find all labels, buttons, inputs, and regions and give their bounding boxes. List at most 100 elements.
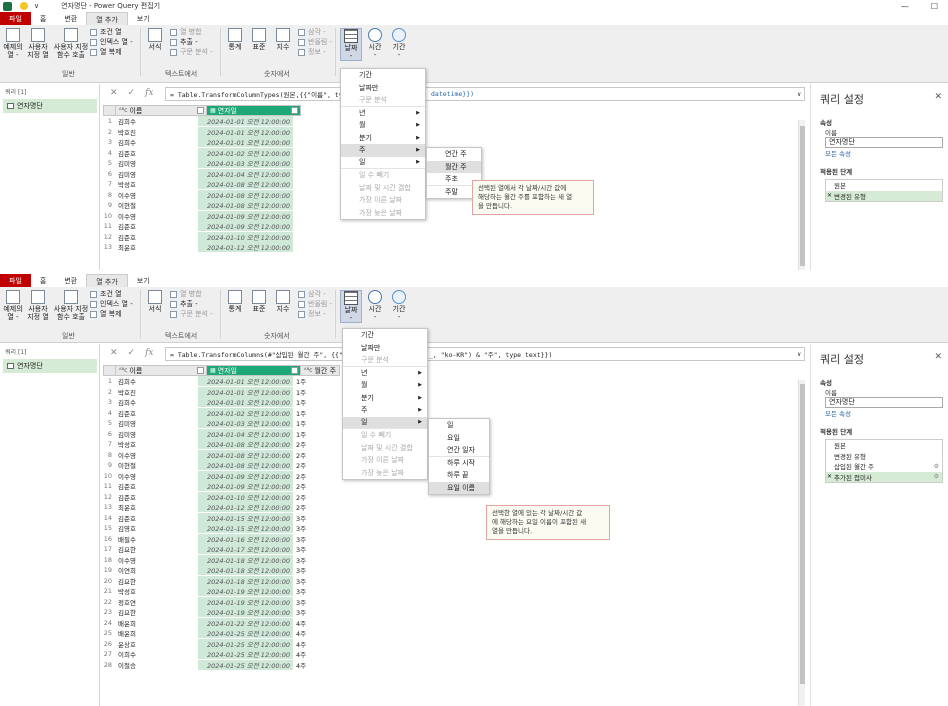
conditional-column-button[interactable]: 조건 열 (100, 290, 122, 299)
date-menu-item[interactable]: 주 ▶ (341, 144, 425, 157)
cell-name[interactable]: 이수영 (115, 555, 198, 565)
cell-name[interactable]: 김준호 (115, 232, 198, 242)
table-row[interactable]: 9 이현철 2024-01-08 오전 12:00:00 (103, 200, 293, 211)
cell-date[interactable]: 2024-01-12 오전 12:00:00 (198, 502, 293, 513)
format-button[interactable]: 서식 (144, 290, 166, 313)
date-menu-item[interactable]: 기간 (343, 329, 427, 342)
day-menu-item[interactable]: 요일 (429, 432, 489, 445)
tab-file[interactable]: 파일 (0, 274, 31, 287)
cell-date[interactable]: 2024-01-18 오전 12:00:00 (198, 575, 293, 586)
query-item[interactable]: 연자명단 (3, 359, 97, 373)
cell-name[interactable]: 박성호 (115, 586, 198, 596)
duplicate-column-button[interactable]: 열 복제 (100, 310, 122, 319)
cell-week[interactable]: 1주 (293, 408, 329, 418)
rounding-button[interactable]: 반올림 - (308, 300, 332, 309)
all-properties-link[interactable]: 모든 속성 (811, 408, 948, 418)
table-row[interactable]: 11 김준호 2024-01-09 오전 12:00:00 2주 (103, 481, 329, 492)
scientific-button[interactable]: 지수 (272, 28, 294, 51)
trigonometry-button[interactable]: 삼각 - (308, 28, 326, 37)
applied-steps-header[interactable]: 적용된 단계 (811, 426, 948, 436)
cell-date[interactable]: 2024-01-01 오전 12:00:00 (198, 126, 293, 137)
date-menu-item[interactable]: 분기 ▶ (343, 392, 427, 405)
extract-button[interactable]: 추출 - (180, 300, 198, 309)
cell-name[interactable]: 김희수 (115, 116, 198, 126)
query-item[interactable]: 연자명단 (3, 99, 97, 113)
cancel-icon[interactable]: ✕ (110, 348, 118, 358)
column-header-name[interactable]: ᴬᴮc 이름 (115, 105, 207, 116)
date-menu-item[interactable]: 가장 이른 날짜 (343, 454, 427, 467)
cell-name[interactable]: 김준호 (115, 481, 198, 491)
date-button[interactable]: 날짜 - (340, 28, 362, 61)
index-column-button[interactable]: 인덱스 열 - (100, 300, 133, 309)
column-header-name[interactable]: ᴬᴮc 이름 (115, 365, 207, 376)
cell-week[interactable]: 1주 (293, 429, 329, 439)
table-row[interactable]: 12 김준호 2024-01-10 오전 12:00:00 (103, 231, 293, 243)
cell-name[interactable]: 김희수 (115, 137, 198, 147)
cell-date[interactable]: 2024-01-02 오전 12:00:00 (198, 407, 293, 418)
date-menu-item[interactable]: 가장 늦은 날짜 (343, 467, 427, 480)
invoke-function-button[interactable]: 사용자 지정 함수 호출 (52, 290, 90, 321)
cell-date[interactable]: 2024-01-19 오전 12:00:00 (198, 596, 293, 607)
cell-date[interactable]: 2024-01-08 오전 12:00:00 (198, 439, 293, 450)
applied-step[interactable]: 원본 (826, 180, 942, 191)
table-row[interactable]: 3 김희수 2024-01-01 오전 12:00:00 1주 (103, 397, 329, 408)
date-menu-item[interactable]: 기간 (341, 69, 425, 82)
cell-date[interactable]: 2024-01-25 오전 12:00:00 (198, 659, 293, 670)
cell-name[interactable]: 김요한 (115, 544, 198, 554)
cell-name[interactable]: 김준호 (115, 221, 198, 231)
table-row[interactable]: 12 김준호 2024-01-10 오전 12:00:00 2주 (103, 491, 329, 503)
cell-week[interactable]: 3주 (293, 513, 329, 523)
cell-name[interactable]: 이수영 (115, 450, 198, 460)
tab-transform[interactable]: 변환 (55, 274, 86, 287)
cell-date[interactable]: 2024-01-25 오전 12:00:00 (198, 628, 293, 639)
table-row[interactable]: 9 이현철 2024-01-08 오전 12:00:00 2주 (103, 460, 329, 471)
cell-name[interactable]: 이수영 (115, 190, 198, 200)
cell-name[interactable]: 이수영 (115, 471, 198, 481)
cell-week[interactable]: 3주 (293, 607, 329, 617)
cell-date[interactable]: 2024-01-01 오전 12:00:00 (198, 386, 293, 397)
cell-date[interactable]: 2024-01-08 오전 12:00:00 (198, 179, 293, 190)
cell-date[interactable]: 2024-01-09 오전 12:00:00 (198, 470, 293, 481)
table-row[interactable]: 23 김요한 2024-01-19 오전 12:00:00 3주 (103, 607, 329, 618)
query-name-input[interactable]: 연자명단 (825, 137, 943, 148)
example-column-button[interactable]: 예제의 열 - (2, 290, 24, 321)
cell-name[interactable]: 최윤호 (115, 502, 198, 512)
table-row[interactable]: 15 김영호 2024-01-15 오전 12:00:00 3주 (103, 523, 329, 534)
cell-name[interactable]: 배윤희 (115, 628, 198, 638)
date-menu-item[interactable]: 날짜만 (343, 342, 427, 355)
confirm-icon[interactable]: ✓ (128, 88, 136, 98)
properties-header[interactable]: 속성 (811, 377, 948, 387)
table-row[interactable]: 5 김미영 2024-01-03 오전 12:00:00 (103, 158, 293, 169)
cell-week[interactable]: 3주 (293, 523, 329, 533)
delete-step-icon[interactable]: ✕ (827, 192, 832, 199)
cell-date[interactable]: 2024-01-08 오전 12:00:00 (198, 200, 293, 211)
table-row[interactable]: 13 최윤호 2024-01-12 오전 12:00:00 2주 (103, 502, 329, 513)
week-menu-item[interactable]: 연간 주 (427, 148, 481, 161)
cell-date[interactable]: 2024-01-17 오전 12:00:00 (198, 544, 293, 555)
table-row[interactable]: 4 김준호 2024-01-02 오전 12:00:00 1주 (103, 407, 329, 419)
trigonometry-button[interactable]: 삼각 - (308, 290, 326, 299)
conditional-column-button[interactable]: 조건 열 (100, 28, 122, 37)
cell-date[interactable]: 2024-01-15 오전 12:00:00 (198, 523, 293, 534)
column-header-week[interactable]: ᴬᴮc 월간 주 (300, 365, 340, 376)
cell-date[interactable]: 2024-01-03 오전 12:00:00 (198, 158, 293, 169)
cell-week[interactable]: 4주 (293, 660, 329, 670)
formula-bar[interactable]: = Table.TransformColumnTypes(원본,{{"이름", … (165, 87, 805, 101)
table-row[interactable]: 16 배필수 2024-01-16 오전 12:00:00 3주 (103, 533, 329, 545)
table-row[interactable]: 6 김미영 2024-01-04 오전 12:00:00 (103, 168, 293, 180)
cell-name[interactable]: 배윤희 (115, 618, 198, 628)
day-menu-item[interactable]: 하루 끝 (429, 469, 489, 482)
table-row[interactable]: 27 이희수 2024-01-25 오전 12:00:00 4주 (103, 649, 329, 660)
information-button[interactable]: 정보 - (308, 310, 326, 319)
cell-name[interactable]: 김미영 (115, 429, 198, 439)
cell-date[interactable]: 2024-01-09 오전 12:00:00 (198, 210, 293, 221)
cell-week[interactable]: 3주 (293, 597, 329, 607)
date-menu-item[interactable]: 년 ▶ (341, 107, 425, 120)
cell-name[interactable]: 김미영 (115, 158, 198, 168)
table-row[interactable]: 7 박성호 2024-01-08 오전 12:00:00 2주 (103, 439, 329, 450)
table-row[interactable]: 25 배윤희 2024-01-25 오전 12:00:00 4주 (103, 628, 329, 639)
filter-dropdown-icon[interactable] (197, 107, 204, 114)
cell-week[interactable]: 2주 (293, 492, 329, 502)
gear-icon[interactable]: ⚙ (934, 473, 939, 480)
table-row[interactable]: 3 김희수 2024-01-01 오전 12:00:00 (103, 137, 293, 148)
